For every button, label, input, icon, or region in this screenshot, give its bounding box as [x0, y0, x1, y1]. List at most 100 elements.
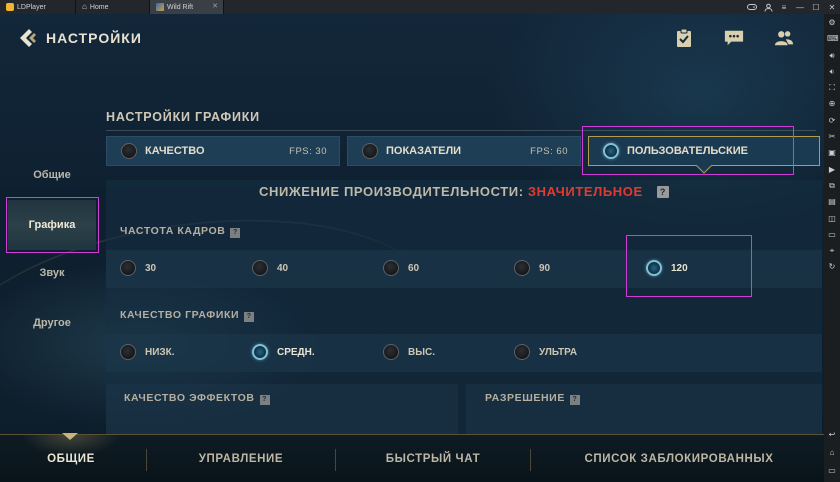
volume-up-icon[interactable]: 🔊︎ — [827, 51, 837, 61]
tab-quick-chat[interactable]: БЫСТРЫЙ ЧАТ — [338, 435, 528, 482]
close-tab-icon[interactable]: ✕ — [212, 2, 218, 10]
radio-icon — [383, 260, 399, 276]
shake-icon[interactable]: ◫ — [827, 214, 837, 224]
record-icon[interactable]: ▶ — [827, 165, 837, 175]
perf-level: ЗНАЧИТЕЛЬНОЕ — [527, 184, 643, 199]
tab-label: LDPlayer — [17, 3, 46, 11]
volume-down-icon[interactable]: 🔉︎ — [827, 67, 837, 77]
tab-home[interactable]: ⌂ Home — [76, 0, 150, 14]
performance-impact: СНИЖЕНИЕ ПРОИЗВОДИТЕЛЬНОСТИ: ЗНАЧИТЕЛЬНО… — [106, 184, 822, 199]
location-icon[interactable]: ⌖ — [827, 246, 837, 256]
framerate-title: ЧАСТОТА КАДРОВ? — [120, 225, 241, 238]
back-nav-icon[interactable]: ↩ — [827, 430, 837, 440]
radio-icon — [362, 143, 378, 159]
page-title: НАСТРОЙКИ — [46, 30, 142, 46]
quality-option-low[interactable]: НИЗК. — [120, 344, 175, 360]
tab-label: УПРАВЛЕНИЕ — [198, 453, 284, 465]
framerate-option-60[interactable]: 60 — [383, 260, 419, 276]
preset-fps: FPS: 30 — [289, 145, 327, 157]
quality-title-label: КАЧЕСТВО ГРАФИКИ — [120, 309, 240, 321]
category-general[interactable]: Общие — [8, 150, 96, 200]
quality-option-ultra[interactable]: УЛЬТРА — [514, 344, 577, 360]
wild-rift-icon — [156, 3, 164, 11]
sync-icon[interactable]: ⟳ — [827, 116, 837, 126]
radio-selected-icon — [646, 260, 662, 276]
quality-option-high[interactable]: ВЫС. — [383, 344, 435, 360]
settings-header: НАСТРОЙКИ — [0, 14, 824, 66]
chat-icon[interactable] — [724, 28, 744, 48]
category-label: Другое — [33, 317, 71, 329]
radio-icon — [383, 344, 399, 360]
fullscreen-icon[interactable]: ⛶ — [827, 83, 837, 93]
preset-performance[interactable]: ПОКАЗАТЕЛИ FPS: 60 — [347, 136, 581, 166]
friends-icon[interactable] — [774, 28, 794, 48]
tab-ldplayer[interactable]: LDPlayer — [0, 0, 76, 14]
preset-custom[interactable]: ПОЛЬЗОВАТЕЛЬСКИЕ — [588, 136, 820, 166]
quality-option-medium[interactable]: СРЕДН. — [252, 344, 315, 360]
tab-label: ОБЩИЕ — [47, 453, 95, 465]
resolution-title-label: РАЗРЕШЕНИЕ — [485, 392, 565, 404]
tab-divider — [335, 449, 336, 471]
help-icon[interactable]: ? — [569, 395, 580, 405]
radio-icon — [120, 344, 136, 360]
multi-instance-icon[interactable]: ⧉ — [827, 181, 837, 191]
maximize-icon[interactable]: ☐ — [808, 0, 824, 14]
option-label: НИЗК. — [145, 346, 175, 358]
category-other[interactable]: Другое — [8, 298, 96, 348]
quality-title: КАЧЕСТВО ГРАФИКИ? — [120, 309, 255, 322]
scissors-icon[interactable]: ✂ — [827, 132, 837, 142]
clipboard-check-icon[interactable] — [674, 28, 694, 48]
close-window-icon[interactable]: ✕ — [824, 0, 840, 14]
tab-wild-rift[interactable]: Wild Rift ✕ — [150, 0, 224, 14]
help-icon[interactable]: ? — [244, 312, 255, 322]
tab-divider — [530, 449, 531, 471]
back-button[interactable] — [16, 26, 38, 50]
folder-icon[interactable]: ▭ — [827, 230, 837, 240]
radio-icon — [121, 143, 137, 159]
framerate-option-90[interactable]: 90 — [514, 260, 550, 276]
framerate-option-120[interactable]: 120 — [646, 260, 688, 276]
framerate-option-40[interactable]: 40 — [252, 260, 288, 276]
operation-record-icon[interactable]: ▤ — [827, 197, 837, 207]
recent-apps-icon[interactable]: ▭ — [827, 466, 837, 476]
tab-controls[interactable]: УПРАВЛЕНИЕ — [150, 435, 332, 482]
radio-icon — [514, 344, 530, 360]
menu-icon[interactable]: ≡ — [776, 0, 792, 14]
help-icon[interactable]: ? — [259, 395, 270, 405]
settings-gear-icon[interactable]: ⚙ — [827, 18, 837, 28]
framerate-row — [106, 250, 822, 288]
resolution-title: РАЗРЕШЕНИЕ? — [485, 392, 580, 405]
option-label: СРЕДН. — [277, 346, 315, 358]
add-apk-icon[interactable]: ⊕ — [827, 99, 837, 109]
tab-blocked-list[interactable]: СПИСОК ЗАБЛОКИРОВАННЫХ — [534, 435, 824, 482]
keyboard-icon[interactable]: ⌨ — [827, 34, 839, 44]
radio-selected-icon — [252, 344, 268, 360]
effects-title: КАЧЕСТВО ЭФФЕКТОВ? — [124, 392, 270, 405]
minimize-icon[interactable]: — — [792, 0, 808, 14]
rotate-icon[interactable]: ↻ — [827, 262, 837, 272]
account-icon[interactable] — [760, 0, 776, 14]
ldplayer-logo-icon — [6, 3, 14, 11]
preset-fps: FPS: 60 — [530, 145, 568, 157]
radio-selected-icon — [603, 143, 619, 159]
gamepad-icon[interactable] — [744, 0, 760, 14]
game-viewport: НАСТРОЙКИ Общие Графика Звук Другое НАСТ… — [0, 14, 824, 482]
category-label: Общие — [33, 169, 71, 181]
help-icon[interactable]: ? — [656, 186, 669, 198]
help-icon[interactable]: ? — [230, 228, 241, 238]
tab-general[interactable]: ОБЩИЕ — [0, 435, 142, 482]
screenshot-icon[interactable]: ▣ — [827, 148, 837, 158]
chevron-left-icon — [20, 29, 36, 47]
tab-label: Home — [89, 3, 109, 11]
framerate-option-30[interactable]: 30 — [120, 260, 156, 276]
tab-divider — [146, 449, 147, 471]
category-graphics[interactable]: Графика — [8, 200, 96, 250]
option-label: 40 — [277, 262, 289, 274]
quality-row — [106, 334, 822, 372]
category-sound[interactable]: Звук — [8, 248, 96, 298]
tab-label: СПИСОК ЗАБЛОКИРОВАННЫХ — [584, 453, 774, 465]
preset-quality[interactable]: КАЧЕСТВО FPS: 30 — [106, 136, 340, 166]
tab-label: Wild Rift — [167, 3, 194, 11]
radio-icon — [252, 260, 268, 276]
home-nav-icon[interactable]: ⌂ — [827, 448, 837, 458]
